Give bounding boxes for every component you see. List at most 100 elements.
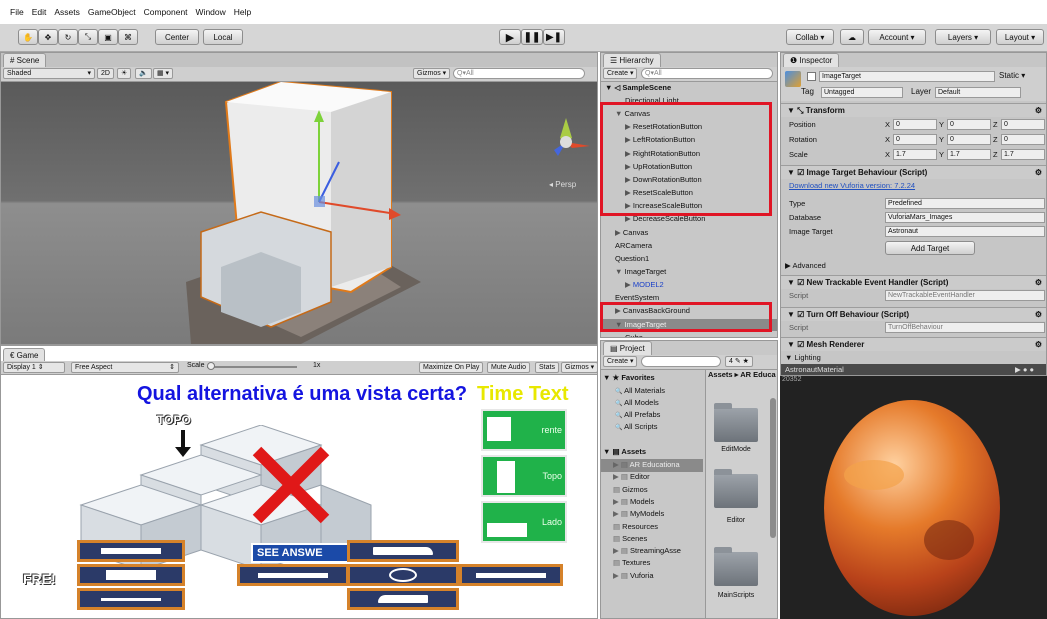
- menu-item[interactable]: Help: [234, 7, 251, 17]
- transform-y-field[interactable]: 1.7: [947, 149, 991, 160]
- pivot-center-button[interactable]: Center: [155, 29, 199, 45]
- mute-audio-toggle[interactable]: Mute Audio: [487, 362, 531, 373]
- game-gizmos-dropdown[interactable]: Gizmos ▾: [561, 362, 597, 373]
- menu-item[interactable]: Assets: [54, 7, 80, 17]
- alt-topo-button[interactable]: Topo: [481, 455, 567, 497]
- filter-icon[interactable]: 4 ✎ ★: [725, 356, 753, 367]
- audio-icon[interactable]: 🔈: [135, 68, 152, 79]
- step-button[interactable]: ▶❚: [543, 29, 565, 45]
- settings-gear-icon[interactable]: ⚙: [1035, 338, 1042, 351]
- object-name-field[interactable]: ImageTarget: [819, 71, 995, 82]
- transform-y-field[interactable]: 0: [947, 119, 991, 130]
- favorite-item[interactable]: 🔍 All Models: [601, 397, 659, 410]
- asset-folder-item[interactable]: ▤ Textures: [601, 557, 703, 570]
- foldout-arrow-icon[interactable]: ▶: [625, 280, 633, 289]
- folder-icon[interactable]: [714, 403, 758, 442]
- maximize-on-play-toggle[interactable]: Maximize On Play: [419, 362, 484, 373]
- hierarchy-item[interactable]: ▶ Canvas: [601, 227, 777, 240]
- settings-gear-icon[interactable]: ⚙: [1035, 308, 1042, 321]
- image-target-dropdown[interactable]: Astronaut: [885, 226, 1045, 237]
- down-rotation-button[interactable]: [347, 588, 459, 610]
- scene-tab[interactable]: # Scene: [3, 53, 47, 67]
- download-vuforia-link[interactable]: Download new Vuforia version: 7.2.24: [789, 179, 915, 192]
- type-dropdown[interactable]: Predefined: [885, 198, 1045, 209]
- cloud-icon[interactable]: ☁: [840, 29, 864, 45]
- hand-tool-icon[interactable]: ✋: [18, 29, 38, 45]
- inspector-tab[interactable]: ❶ Inspector: [783, 53, 840, 67]
- increase-scale-button[interactable]: [77, 588, 185, 610]
- collab-button[interactable]: Collab ▾: [786, 29, 834, 45]
- asset-folder-item[interactable]: ▶ ▤ AR Educationa: [601, 459, 703, 472]
- gizmos-dropdown[interactable]: Gizmos ▾: [413, 68, 451, 79]
- preview-play-icon[interactable]: ▶ ● ●: [1015, 364, 1034, 375]
- layers-button[interactable]: Layers ▾: [935, 29, 991, 45]
- scene-root-item[interactable]: ▼ ◁ SampleScene: [601, 82, 777, 95]
- transform-x-field[interactable]: 1.7: [893, 149, 937, 160]
- display-dropdown[interactable]: Display 1 ⇕: [3, 362, 65, 373]
- transform-x-field[interactable]: 0: [893, 119, 937, 130]
- transform-header[interactable]: ▼ ⤡ Transform ⚙: [781, 103, 1046, 117]
- aspect-dropdown[interactable]: Free Aspect ⇕: [71, 362, 179, 373]
- tob-script-field[interactable]: TurnOffBehaviour: [885, 322, 1045, 333]
- favorites-header[interactable]: ▼ ★ Favorites: [601, 372, 655, 385]
- asset-folder-item[interactable]: ▤ Gizmos: [601, 484, 703, 497]
- lighting-foldout[interactable]: ▼ Lighting: [785, 351, 821, 364]
- shading-dropdown[interactable]: Shaded ▾: [3, 68, 95, 79]
- decrease-scale-button[interactable]: [77, 540, 185, 562]
- hierarchy-item[interactable]: Cube: [601, 332, 777, 337]
- trackable-event-handler-header[interactable]: ▼ ☑ New Trackable Event Handler (Script)…: [781, 275, 1046, 289]
- asset-folder-item[interactable]: ▶ ▤ StreamingAsse: [601, 545, 703, 558]
- hierarchy-item[interactable]: ▼ ImageTarget: [601, 266, 777, 279]
- reset-rotation-button[interactable]: [347, 564, 459, 586]
- 2d-toggle[interactable]: 2D: [97, 68, 114, 79]
- database-dropdown[interactable]: VuforiaMars_Images: [885, 212, 1045, 223]
- account-button[interactable]: Account ▾: [868, 29, 926, 45]
- scale-slider[interactable]: [207, 366, 297, 368]
- asset-folder-item[interactable]: ▤ Scenes: [601, 533, 703, 546]
- left-rotation-button[interactable]: [237, 564, 349, 586]
- active-checkbox[interactable]: [807, 72, 816, 81]
- lighting-icon[interactable]: ☀: [117, 68, 132, 79]
- menu-item[interactable]: Edit: [32, 7, 47, 17]
- hierarchy-search-input[interactable]: Q▾All: [641, 68, 773, 79]
- effects-icon[interactable]: ▦ ▾: [153, 68, 174, 79]
- hierarchy-create-button[interactable]: Create ▾: [603, 68, 638, 79]
- pivot-local-button[interactable]: Local: [203, 29, 243, 45]
- favorite-item[interactable]: 🔍 All Materials: [601, 385, 665, 398]
- persp-label[interactable]: ◂ Persp: [549, 180, 576, 189]
- game-tab[interactable]: € Game: [3, 348, 46, 362]
- menu-item[interactable]: GameObject: [88, 7, 136, 17]
- add-target-button[interactable]: Add Target: [885, 241, 975, 255]
- transform-z-field[interactable]: 0: [1001, 134, 1045, 145]
- teh-script-field[interactable]: NewTrackableEventHandler: [885, 290, 1045, 301]
- pause-button[interactable]: ❚❚: [521, 29, 543, 45]
- favorite-item[interactable]: 🔍 All Prefabs: [601, 409, 660, 422]
- asset-folder-item[interactable]: ▶ ▤ Models: [601, 496, 703, 509]
- settings-gear-icon[interactable]: ⚙: [1035, 104, 1042, 117]
- assets-header[interactable]: ▼ ▤ Assets: [601, 446, 646, 459]
- static-toggle[interactable]: Static ▾: [999, 71, 1025, 80]
- asset-folder-item[interactable]: ▶ ▤ Vuforia: [601, 570, 703, 583]
- menu-item[interactable]: Window: [196, 7, 226, 17]
- rotate-tool-icon[interactable]: ↻: [58, 29, 78, 45]
- material-preview[interactable]: 20352: [780, 376, 1047, 619]
- mesh-renderer-header[interactable]: ▼ ☑ Mesh Renderer ⚙: [781, 337, 1046, 351]
- layout-button[interactable]: Layout ▾: [996, 29, 1044, 45]
- project-create-button[interactable]: Create ▾: [603, 356, 638, 367]
- layer-dropdown[interactable]: Default: [935, 87, 1021, 98]
- transform-y-field[interactable]: 0: [947, 134, 991, 145]
- play-button[interactable]: ▶: [499, 29, 521, 45]
- rect-tool-icon[interactable]: ▣: [98, 29, 118, 45]
- menu-item[interactable]: Component: [144, 7, 188, 17]
- scale-tool-icon[interactable]: ⤡: [78, 29, 98, 45]
- tag-dropdown[interactable]: Untagged: [821, 87, 903, 98]
- scene-viewport[interactable]: ◂ Persp: [1, 82, 597, 344]
- stats-toggle[interactable]: Stats: [535, 362, 559, 373]
- project-tab[interactable]: ▤ Project: [603, 341, 652, 355]
- game-viewport[interactable]: Qual alternativa é uma vista certa? Time…: [1, 375, 597, 618]
- alt-lado-button[interactable]: Lado: [481, 501, 567, 543]
- settings-gear-icon[interactable]: ⚙: [1035, 166, 1042, 179]
- folder-icon[interactable]: [714, 469, 758, 508]
- turn-off-behaviour-header[interactable]: ▼ ☑ Turn Off Behaviour (Script) ⚙: [781, 307, 1046, 321]
- material-preview-bar[interactable]: AstronautMaterial ▶ ● ●: [781, 364, 1046, 375]
